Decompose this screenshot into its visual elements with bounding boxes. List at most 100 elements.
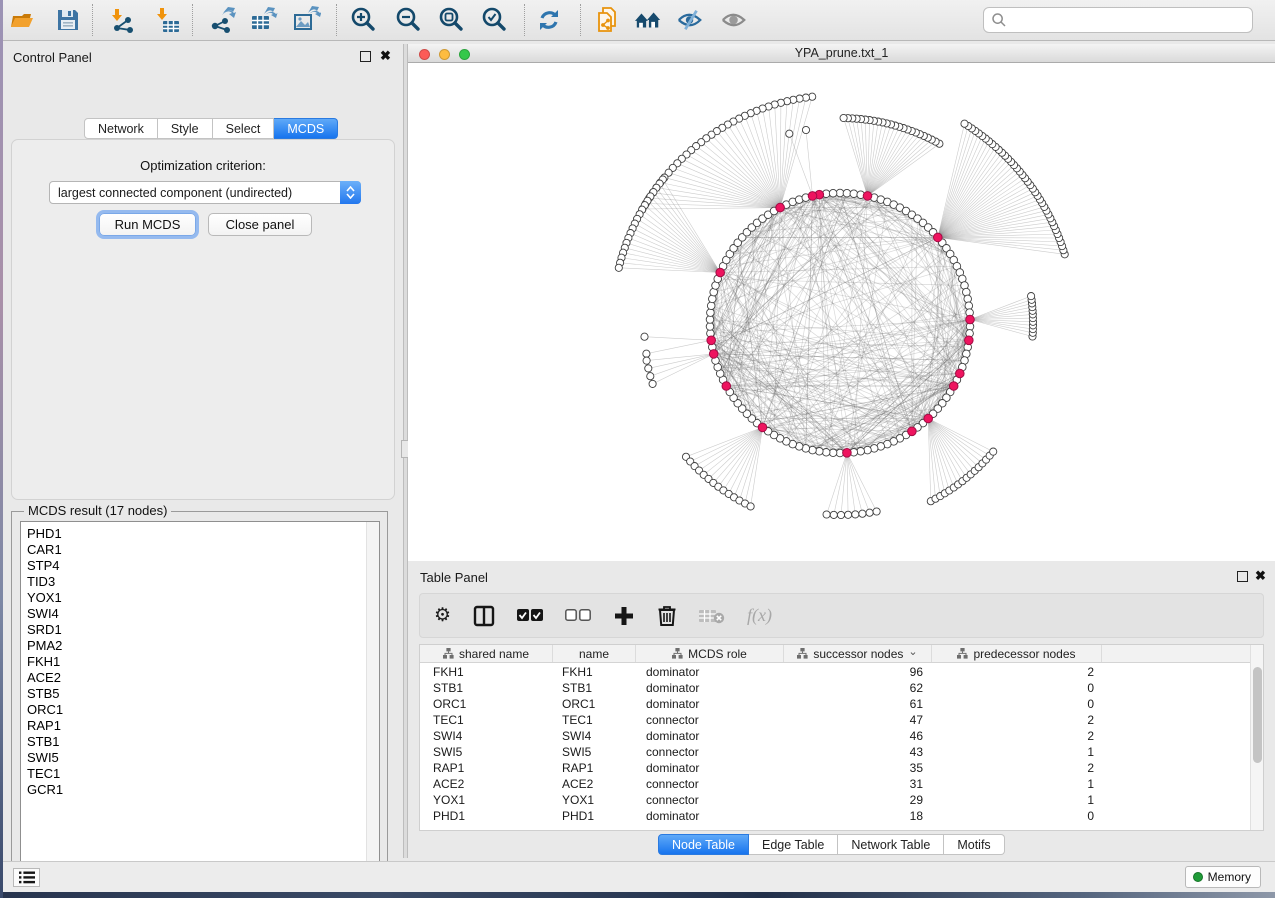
table-scrollbar-thumb[interactable]: [1253, 667, 1262, 763]
mcds-hub-node[interactable]: [934, 233, 943, 242]
table-row[interactable]: ORC1ORC1dominator610: [420, 696, 1251, 712]
mcds-node-item[interactable]: STP4: [27, 558, 379, 574]
tab-edge-table[interactable]: Edge Table: [749, 834, 838, 855]
open-file-icon[interactable]: [8, 6, 36, 34]
column-header-successor-nodes[interactable]: successor nodes⌄: [784, 645, 932, 662]
zoom-fit-icon[interactable]: [437, 6, 465, 34]
leaf-node[interactable]: [852, 511, 859, 518]
mcds-hub-node[interactable]: [908, 427, 917, 436]
mcds-hub-node[interactable]: [965, 336, 974, 345]
leaf-node[interactable]: [990, 448, 997, 455]
ring-node[interactable]: [963, 288, 971, 296]
ring-node[interactable]: [850, 190, 858, 198]
close-panel-button[interactable]: Close panel: [208, 213, 312, 236]
mcds-node-item[interactable]: FKH1: [27, 654, 379, 670]
leaf-node[interactable]: [866, 509, 873, 516]
mcds-hub-node[interactable]: [716, 268, 725, 277]
ring-node[interactable]: [707, 309, 715, 317]
leaf-node[interactable]: [649, 380, 656, 387]
leaf-node[interactable]: [615, 264, 622, 271]
show-details-icon[interactable]: [720, 6, 748, 34]
leaf-node[interactable]: [859, 510, 866, 517]
mcds-hub-node[interactable]: [956, 369, 965, 378]
save-session-icon[interactable]: [54, 6, 82, 34]
mcds-node-item[interactable]: TEC1: [27, 766, 379, 782]
zoom-out-icon[interactable]: [394, 6, 422, 34]
table-row[interactable]: STB1STB1dominator620: [420, 680, 1251, 696]
tab-select[interactable]: Select: [213, 118, 275, 139]
leaf-node[interactable]: [830, 511, 837, 518]
import-network-icon[interactable]: [108, 6, 136, 34]
table-row[interactable]: PHD1PHD1dominator180: [420, 808, 1251, 824]
table-row[interactable]: ACE2ACE2connector311: [420, 776, 1251, 792]
mcds-node-item[interactable]: SRD1: [27, 622, 379, 638]
tab-node-table[interactable]: Node Table: [658, 834, 749, 855]
delete-column-icon[interactable]: [657, 602, 677, 630]
leaf-node[interactable]: [837, 511, 844, 518]
tab-style[interactable]: Style: [158, 118, 213, 139]
leaf-node[interactable]: [873, 508, 880, 515]
mcds-list-scrollbar[interactable]: [366, 522, 379, 873]
leaf-node[interactable]: [1028, 293, 1035, 300]
mcds-node-item[interactable]: TID3: [27, 574, 379, 590]
mcds-node-item[interactable]: PMA2: [27, 638, 379, 654]
export-table-icon[interactable]: [250, 6, 278, 34]
ring-node[interactable]: [965, 302, 973, 310]
ring-node[interactable]: [816, 448, 824, 456]
search-input[interactable]: [983, 7, 1253, 33]
table-settings-gear-icon[interactable]: ⚙: [434, 602, 451, 630]
run-mcds-button[interactable]: Run MCDS: [99, 213, 196, 236]
mcds-node-item[interactable]: SWI4: [27, 606, 379, 622]
mcds-hub-node[interactable]: [808, 192, 817, 201]
add-column-icon[interactable]: [613, 602, 635, 630]
mcds-hub-node[interactable]: [722, 382, 731, 391]
ring-node[interactable]: [843, 189, 851, 197]
sort-chevron-icon[interactable]: ⌄: [908, 645, 917, 658]
optimization-criterion-select[interactable]: largest connected component (undirected): [49, 181, 361, 204]
column-header-shared-name[interactable]: shared name: [420, 645, 553, 662]
deselect-all-rows-icon[interactable]: [565, 602, 591, 630]
mcds-hub-node[interactable]: [776, 203, 785, 212]
ring-node[interactable]: [706, 323, 714, 331]
column-header-MCDS-role[interactable]: MCDS role: [636, 645, 784, 662]
select-all-rows-icon[interactable]: [517, 602, 543, 630]
mcds-hub-node[interactable]: [966, 315, 975, 324]
table-row[interactable]: SWI5SWI5connector431: [420, 744, 1251, 760]
ring-node[interactable]: [864, 446, 872, 454]
table-scrollbar[interactable]: [1250, 645, 1263, 830]
ring-node[interactable]: [829, 449, 837, 457]
table-row[interactable]: FKH1FKH1dominator962: [420, 664, 1251, 680]
leaf-node[interactable]: [647, 373, 654, 380]
delete-table-icon[interactable]: [699, 602, 725, 630]
mcds-node-item[interactable]: STB5: [27, 686, 379, 702]
mcds-node-item[interactable]: ACE2: [27, 670, 379, 686]
mcds-node-item[interactable]: YOX1: [27, 590, 379, 606]
mcds-node-item[interactable]: RAP1: [27, 718, 379, 734]
ring-node[interactable]: [829, 189, 837, 197]
ring-node[interactable]: [964, 295, 972, 303]
table-row[interactable]: RAP1RAP1dominator352: [420, 760, 1251, 776]
ring-node[interactable]: [707, 302, 715, 310]
column-visibility-icon[interactable]: [473, 602, 495, 630]
mcds-hub-node[interactable]: [863, 192, 872, 201]
mcds-node-item[interactable]: STB1: [27, 734, 379, 750]
leaf-node[interactable]: [645, 365, 652, 372]
task-history-button[interactable]: [13, 868, 40, 887]
float-panel-icon[interactable]: [1237, 571, 1248, 582]
function-builder-icon[interactable]: f(x): [747, 602, 772, 630]
export-network-icon[interactable]: [208, 6, 236, 34]
network-window-titlebar[interactable]: YPA_prune.txt_1: [408, 44, 1275, 63]
tab-network[interactable]: Network: [84, 118, 158, 139]
leaf-node[interactable]: [823, 511, 830, 518]
mcds-hub-node[interactable]: [707, 336, 716, 345]
float-panel-icon[interactable]: [360, 51, 371, 62]
table-row[interactable]: SWI4SWI4dominator462: [420, 728, 1251, 744]
ring-node[interactable]: [822, 449, 830, 457]
leaf-node[interactable]: [786, 130, 793, 137]
leaf-node[interactable]: [845, 511, 852, 518]
column-header-name[interactable]: name: [553, 645, 636, 662]
mcds-hub-node[interactable]: [758, 423, 767, 432]
leaf-node[interactable]: [840, 114, 847, 121]
mcds-node-item[interactable]: GCR1: [27, 782, 379, 798]
import-table-icon[interactable]: [153, 6, 181, 34]
